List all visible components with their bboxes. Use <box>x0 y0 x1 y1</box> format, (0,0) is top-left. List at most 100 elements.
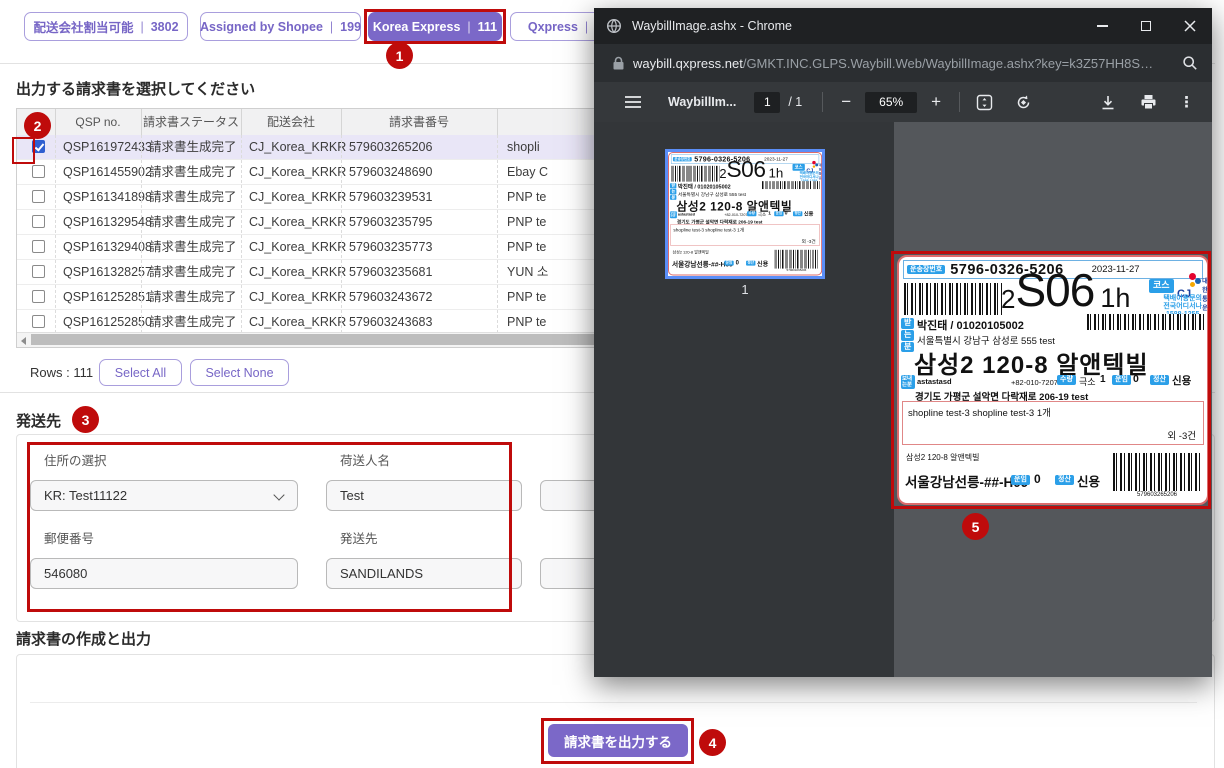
tab-korea-express[interactable]: Korea Express | 111 <box>368 12 502 41</box>
maximize-icon <box>1141 21 1151 31</box>
sort-code: 2 S06 1h <box>719 156 783 183</box>
settle-badge-bottom: 정산 <box>1055 475 1074 485</box>
rotate-icon[interactable] <box>1015 94 1032 111</box>
tab-assigned-by-shopee[interactable]: Assigned by Shopee | 199 <box>200 12 361 41</box>
page-thumbnail[interactable]: 운송장번호 5796-0326-5206 2023-11-27 2 S06 1h 코… <box>665 149 825 279</box>
row-checkbox[interactable] <box>32 240 45 253</box>
column-header-invoice[interactable]: 請求書番号 <box>341 109 497 135</box>
divider <box>497 109 498 135</box>
table-cell: 579603265206 <box>349 140 433 154</box>
zoom-in-button[interactable]: + <box>931 92 941 112</box>
chrome-window: WaybillImage.ashx - Chrome waybill.qxpre… <box>594 8 1212 677</box>
url-bar[interactable]: waybill.qxpress.net/GMKT.INC.GLPS.Waybil… <box>594 44 1212 82</box>
settle-value: 신용 <box>1172 375 1192 387</box>
divider <box>822 92 824 112</box>
qty-badge: 수량 <box>1057 375 1076 385</box>
table-cell: 請求書生成完了 <box>149 265 237 279</box>
screen: 配送会社割当可能 | 3802 Assigned by Shopee | 199 Kor… <box>0 0 1224 768</box>
zoom-search-icon[interactable] <box>1182 55 1198 71</box>
tab-count: 3802 <box>150 19 179 34</box>
pdf-content: 운송장번호 5796-0326-5206 2023-11-27 2 S06 1h 코… <box>594 122 1212 677</box>
bottom-station: 서울강남선릉-##-H09 <box>905 475 1029 490</box>
output-heading: 請求書の作成と出力 <box>16 631 152 648</box>
tab-label: Korea Express <box>372 19 461 34</box>
cj-dot-orange <box>812 165 816 168</box>
table-cell: 請求書生成完了 <box>149 290 237 304</box>
scroll-left-arrow-icon[interactable] <box>21 337 26 345</box>
sort-prefix: 2 <box>719 166 727 182</box>
sender-label: 보내는분 <box>901 375 915 389</box>
print-icon[interactable] <box>1140 94 1157 110</box>
sender-code: astastasd <box>677 212 695 217</box>
waybill-number-label: 운송장번호 <box>907 264 946 275</box>
tab-separator: | <box>467 19 471 34</box>
row-checkbox[interactable] <box>32 190 45 203</box>
maximize-button[interactable] <box>1124 8 1168 44</box>
table-cell: CJ_Korea_KRKR <box>249 190 347 204</box>
items-box: shopline test-3 shopline test-3 1개 외 -3건 <box>670 224 820 246</box>
receiver-label: 받 는 분 <box>901 318 914 353</box>
shipping-heading: 発送先 <box>16 413 62 430</box>
zoom-out-button[interactable]: − <box>841 92 851 112</box>
barcode-secondary <box>761 181 821 190</box>
url-text: waybill.qxpress.net/GMKT.INC.GLPS.Waybil… <box>633 56 1153 71</box>
close-button[interactable] <box>1168 8 1212 44</box>
menu-icon[interactable] <box>624 95 642 109</box>
zoom-level-input[interactable]: 65% <box>865 91 918 113</box>
table-cell: PNP te <box>507 315 547 329</box>
fit-page-icon[interactable] <box>976 94 993 111</box>
select-all-button[interactable]: Select All <box>99 359 182 386</box>
table-cell: YUN 소 <box>507 265 549 279</box>
divider <box>959 92 961 112</box>
extra-count: 외 -3건 <box>801 238 816 245</box>
divider <box>30 702 1197 703</box>
table-cell: CJ_Korea_KRKR <box>249 140 347 154</box>
table-cell: CJ_Korea_KRKR <box>249 315 347 329</box>
settle-value: 신용 <box>803 211 814 218</box>
tab-separator: | <box>329 19 334 34</box>
column-header-status[interactable]: 請求書ステータス <box>141 109 241 135</box>
barcode-main <box>671 165 720 182</box>
select-none-button[interactable]: Select None <box>190 359 289 386</box>
close-icon <box>1184 20 1196 32</box>
table-cell: QSP161329548 <box>63 215 152 229</box>
row-checkbox[interactable] <box>32 215 45 228</box>
minimize-button[interactable] <box>1080 8 1124 44</box>
table-cell: 請求書生成完了 <box>149 140 237 154</box>
pdf-doc-title: WaybillIm... <box>668 95 737 109</box>
barcode-bottom <box>1113 453 1201 491</box>
row-checkbox[interactable] <box>32 140 45 153</box>
tab-label: Qxpress <box>527 19 578 34</box>
settle-badge-bottom: 정산 <box>746 260 756 266</box>
download-icon[interactable] <box>1100 94 1116 111</box>
parcel-size: 극소 <box>757 212 767 218</box>
sort-suffix: 1h <box>1100 283 1131 314</box>
tab-carrier-assignable[interactable]: 配送会社割当可能 | 3802 <box>24 12 188 41</box>
more-options-icon[interactable]: ⋮ <box>1179 93 1194 111</box>
sender-code: astastasd <box>917 377 952 386</box>
chevron-down-icon <box>273 489 285 501</box>
postal-code-input[interactable]: 546080 <box>30 558 298 589</box>
fare-badge-bottom: 운임 <box>1011 475 1030 485</box>
bottom-building: 삼성2 120-8 알앤텍빌 <box>672 249 709 255</box>
row-checkbox[interactable] <box>32 265 45 278</box>
sort-code-main: S06 <box>726 156 766 183</box>
sender-label: 보내는분 <box>669 211 677 219</box>
receiver-char: 는 <box>901 329 914 341</box>
column-header-qsp[interactable]: QSP no. <box>55 109 141 135</box>
row-checkbox[interactable] <box>32 290 45 303</box>
sender-name-input[interactable]: Test <box>326 480 522 511</box>
window-titlebar[interactable]: WaybillImage.ashx - Chrome <box>594 8 1212 44</box>
table-cell: PNP te <box>507 215 547 229</box>
export-invoice-button[interactable]: 請求書を出力する <box>548 724 688 757</box>
kos-badge: 코스 <box>792 163 805 171</box>
column-header-carrier[interactable]: 配送会社 <box>241 109 341 135</box>
address-select[interactable]: KR: Test11122 <box>30 480 298 511</box>
table-cell: QSP161972433 <box>63 140 152 154</box>
table-cell: Ebay C <box>507 165 548 179</box>
page-number-input[interactable]: 1 <box>754 91 781 113</box>
destination-input[interactable]: SANDILANDS <box>326 558 522 589</box>
row-checkbox[interactable] <box>32 315 45 328</box>
receiver-char: 분 <box>901 341 914 353</box>
row-checkbox[interactable] <box>32 165 45 178</box>
